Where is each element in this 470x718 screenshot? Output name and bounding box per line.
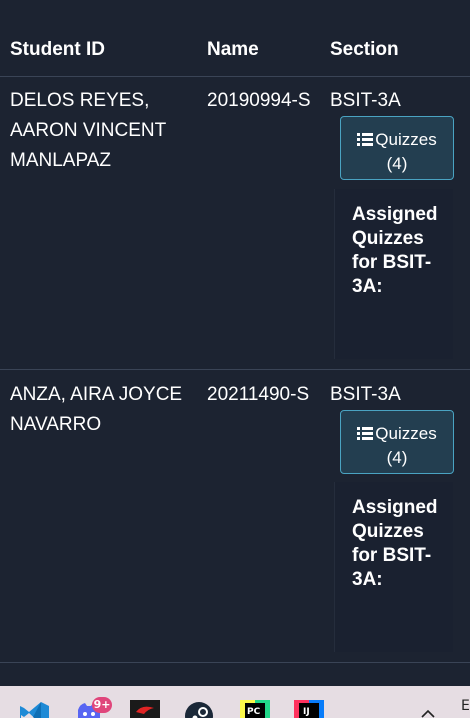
- table-row: ANZA, AIRA JOYCE NAVARRO 20211490-S BSIT…: [0, 370, 470, 663]
- quizzes-button[interactable]: Quizzes (4): [340, 410, 454, 474]
- student-name-cell: DELOS REYES, AARON VINCENT MANLAPAZ: [10, 90, 166, 171]
- quizzes-button[interactable]: Quizzes (4): [340, 116, 454, 180]
- pycharm-icon[interactable]: PC: [240, 700, 270, 718]
- table-header-row: Student ID Name Section: [0, 0, 470, 77]
- chevron-up-icon[interactable]: [421, 708, 435, 718]
- taskbar: 9+ PC IJ E: [0, 686, 470, 718]
- table-row: DELOS REYES, AARON VINCENT MANLAPAZ 2019…: [0, 77, 470, 370]
- student-table: Student ID Name Section DELOS REYES, AAR…: [0, 0, 470, 686]
- header-name: Name: [207, 39, 259, 60]
- steam-icon[interactable]: [184, 700, 214, 718]
- panel-heading: Assigned Quizzes for BSIT-3A:: [352, 204, 438, 297]
- pycharm-label: PC: [247, 707, 261, 717]
- section-cell: BSIT-3A: [330, 384, 401, 405]
- panel-heading: Assigned Quizzes for BSIT-3A:: [352, 497, 438, 590]
- intellij-label: IJ: [303, 707, 310, 717]
- student-number-cell: 20190994-S: [207, 90, 311, 111]
- quizzes-button-label: Quizzes (4): [375, 423, 437, 467]
- student-name-cell: ANZA, AIRA JOYCE NAVARRO: [10, 384, 183, 435]
- header-student-id: Student ID: [10, 39, 105, 60]
- section-cell: BSIT-3A: [330, 90, 401, 111]
- assigned-quizzes-panel: Assigned Quizzes for BSIT-3A:: [334, 189, 453, 359]
- notification-badge: 9+: [92, 697, 112, 713]
- header-section: Section: [330, 39, 399, 60]
- tray-language-indicator[interactable]: E: [461, 698, 470, 714]
- msi-dragon-icon[interactable]: [130, 700, 160, 718]
- student-number-cell: 20211490-S: [207, 384, 310, 405]
- table-footer-area: [0, 663, 470, 686]
- list-icon: [357, 426, 374, 440]
- intellij-icon[interactable]: IJ: [294, 700, 324, 718]
- quizzes-button-label: Quizzes (4): [375, 129, 437, 173]
- assigned-quizzes-panel: Assigned Quizzes for BSIT-3A:: [334, 482, 453, 652]
- vscode-icon[interactable]: [20, 700, 50, 718]
- list-icon: [357, 132, 374, 146]
